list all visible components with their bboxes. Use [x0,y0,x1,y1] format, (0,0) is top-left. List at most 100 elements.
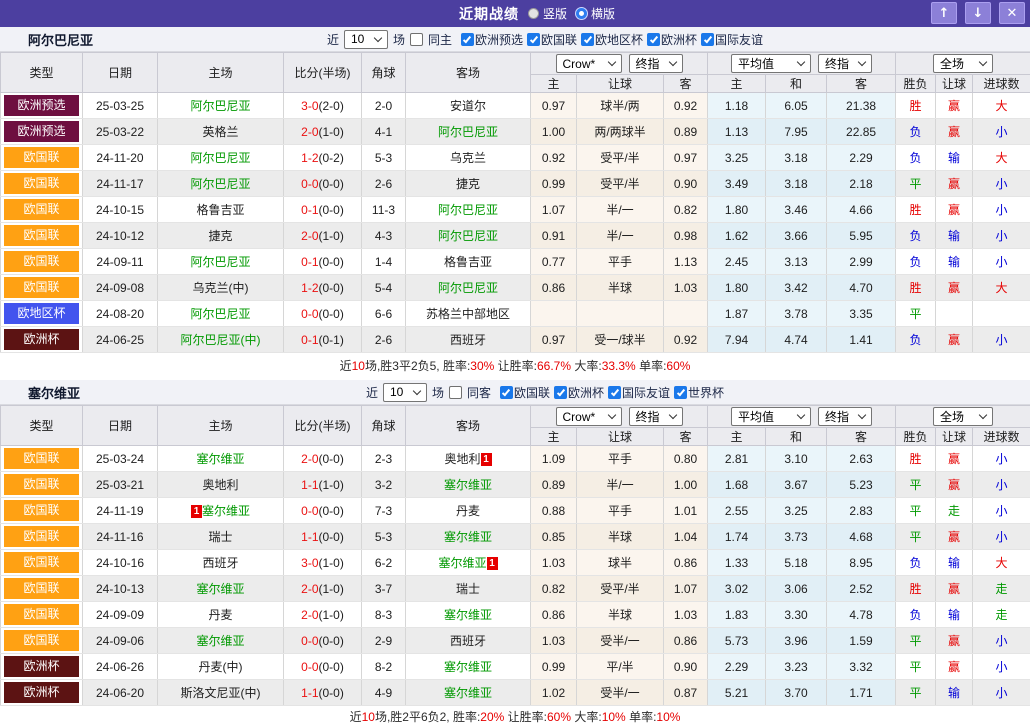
radio-vertical[interactable] [528,8,539,19]
cell-avg-away: 3.32 [827,654,896,680]
match-row: 欧国联24-10-16西班牙3-0(1-0)6-2塞尔维亚11.03球半0.86… [1,550,1030,576]
cell-type: 欧国联 [1,498,83,524]
cell-home: 塞尔维亚 [158,576,284,602]
team-name-heading: 阿尔巴尼亚 [28,30,93,49]
scope-select[interactable]: 全场 [933,54,993,73]
cell-result: 平 [896,680,936,706]
bookmaker-value: Crow* [563,57,596,71]
window-buttons: ↑ ↓ ✕ [931,2,1025,24]
final-index-select[interactable]: 终指 [629,54,683,73]
match-count-select[interactable]: 10 [383,383,427,402]
cell-away: 塞尔维亚 [406,680,531,706]
col-header-corner: 角球 [362,406,406,446]
team-name: 阿尔巴尼亚(中) [181,333,261,347]
average-select[interactable]: 平均值 [731,407,811,426]
team-name: 捷克 [456,177,480,191]
cell-avg-home: 3.49 [708,171,766,197]
team-name: 阿尔巴尼亚 [438,125,498,139]
full-time-score: 0-0 [301,307,318,321]
col-header-odds-home: 主 [531,428,577,446]
bookmaker-select[interactable]: Crow* [556,54,622,73]
cell-type: 欧国联 [1,171,83,197]
cell-home: 阿尔巴尼亚 [158,249,284,275]
cell-odds-away: 0.86 [664,550,708,576]
cell-result: 负 [896,550,936,576]
cell-home: 阿尔巴尼亚 [158,145,284,171]
competition-badge: 欧国联 [4,500,79,521]
final-index-select-2[interactable]: 终指 [818,54,872,73]
cell-avg-away: 3.35 [827,301,896,327]
check-icon [463,34,471,43]
team-section-albania: 阿尔巴尼亚 近 10 场 同主 欧洲预选欧国联欧地区杯欧洲杯国际友谊 [0,27,1030,380]
competition-badge: 欧洲杯 [4,329,79,350]
cell-handicap-result: 走 [936,498,973,524]
cell-avg-home: 1.83 [708,602,766,628]
result-text: 小 [996,686,1008,700]
summary-text: 单率: [626,710,657,724]
cell-home: 塞尔维亚 [158,628,284,654]
cell-avg-away: 2.83 [827,498,896,524]
league-checkbox[interactable] [500,386,513,399]
cell-type: 欧国联 [1,550,83,576]
league-filter: 欧洲预选 [461,31,523,48]
average-select[interactable]: 平均值 [731,54,811,73]
scope-select[interactable]: 全场 [933,407,993,426]
radio-vertical-label: 竖版 [543,5,567,22]
league-checkbox[interactable] [608,386,621,399]
col-header-date: 日期 [83,406,158,446]
cell-avg-away: 2.29 [827,145,896,171]
league-checkbox[interactable] [674,386,687,399]
cell-away: 安道尔 [406,93,531,119]
full-time-score: 0-0 [301,634,318,648]
same-venue-checkbox[interactable] [449,386,462,399]
close-button[interactable]: ✕ [999,2,1025,24]
team-name: 阿尔巴尼亚 [438,229,498,243]
near-label: 近 [327,31,339,48]
bookmaker-select[interactable]: Crow* [556,407,622,426]
cell-result: 平 [896,472,936,498]
league-checkbox[interactable] [461,33,474,46]
league-checkbox[interactable] [581,33,594,46]
cell-corner: 4-9 [362,680,406,706]
cell-odds-away: 1.03 [664,602,708,628]
league-checkbox[interactable] [647,33,660,46]
cell-score: 0-1(0-0) [284,249,362,275]
cell-odds-away: 0.86 [664,628,708,654]
cell-corner: 2-0 [362,93,406,119]
league-checkbox[interactable] [701,33,714,46]
league-checkbox[interactable] [527,33,540,46]
competition-badge: 欧国联 [4,526,79,547]
col-header-goals: 进球数 [973,428,1030,446]
radio-horizontal[interactable] [576,8,587,19]
move-up-button[interactable]: ↑ [931,2,957,24]
cell-avg-draw: 3.70 [766,680,827,706]
team-name: 斯洛文尼亚(中) [181,686,261,700]
col-header-goals: 进球数 [973,75,1030,93]
cell-handicap [577,301,664,327]
cell-avg-draw: 3.18 [766,145,827,171]
cell-result: 负 [896,249,936,275]
full-time-score: 2-0 [301,608,318,622]
cell-home: 1塞尔维亚 [158,498,284,524]
cell-avg-draw: 4.74 [766,327,827,353]
same-venue-checkbox[interactable] [410,33,423,46]
filter-bar: 阿尔巴尼亚 近 10 场 同主 欧洲预选欧国联欧地区杯欧洲杯国际友谊 [0,27,1030,52]
result-text: 赢 [948,478,960,492]
summary-text: 单率: [636,359,667,373]
match-row: 欧国联24-11-191塞尔维亚0-0(0-0)7-3丹麦0.88平手1.012… [1,498,1030,524]
team-name: 西班牙 [450,333,486,347]
cell-avg-home: 5.73 [708,628,766,654]
half-time-score: (0-0) [319,307,344,321]
league-checkbox[interactable] [554,386,567,399]
cell-avg-home: 2.81 [708,446,766,472]
match-count-select[interactable]: 10 [344,30,388,49]
cell-avg-home: 1.13 [708,119,766,145]
move-down-button[interactable]: ↓ [965,2,991,24]
full-time-score: 0-0 [301,177,318,191]
final-index-select[interactable]: 终指 [629,407,683,426]
summary-text: 60% [666,359,690,373]
cell-handicap: 两/两球半 [577,119,664,145]
team-name: 塞尔维亚 [444,686,492,700]
competition-badge: 欧国联 [4,225,79,246]
final-index-select-2[interactable]: 终指 [818,407,872,426]
